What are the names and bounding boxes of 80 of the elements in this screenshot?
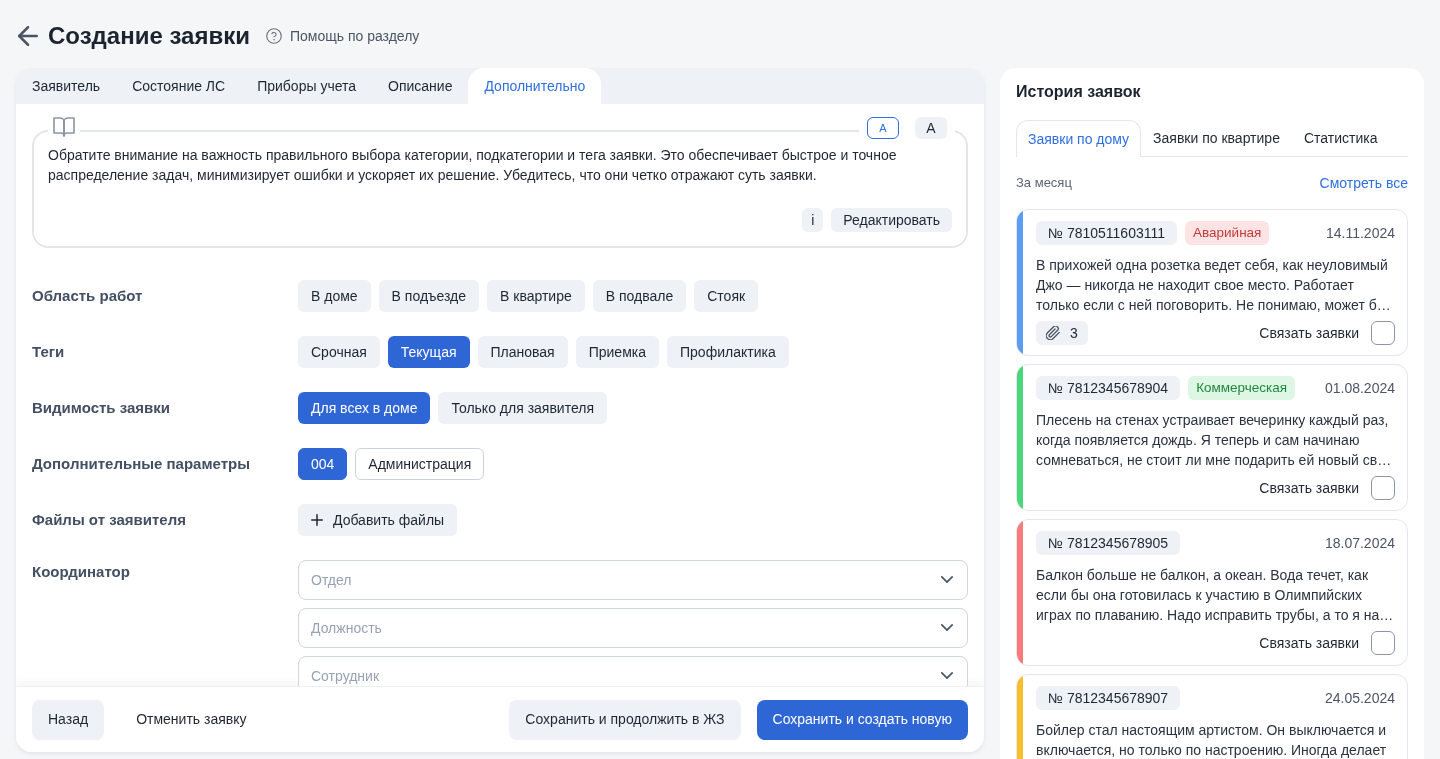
category-tag: Аварийная [1185,221,1270,245]
option-button[interactable]: Стояк [694,280,759,312]
tab[interactable]: Приборы учета [241,68,373,104]
dropdown-field[interactable]: Сотрудник [298,656,968,686]
help-link[interactable]: Помощь по разделу [265,25,420,47]
request-date: 01.08.2024 [1324,378,1395,398]
tab[interactable]: Описание [372,68,469,104]
link-label: Связать заявки [1259,478,1359,498]
help-icon [265,28,282,44]
plus-icon [311,514,323,526]
tab[interactable]: Заявитель [16,68,117,104]
dropdown-field[interactable]: Отдел [298,560,968,600]
book-icon [52,117,76,137]
panel-title: История заявок [1016,82,1142,102]
request-date: 24.05.2024 [1324,688,1395,708]
view-all-link[interactable]: Смотреть все [1319,172,1408,194]
category-tag: Коммерческая [1188,376,1296,400]
option-button[interactable]: В квартире [487,280,585,312]
dropdown-field[interactable]: Должность [298,608,968,648]
info-button[interactable]: i [802,208,824,232]
request-card[interactable]: № 7812345678907 24.05.2024 Бойлер стал настоящим артистом. Он выключается и включается, но только по настроению. Иногда делает [1016,674,1408,759]
back-button[interactable] [18,26,38,46]
page-title: Создание заявки [48,21,250,51]
request-text: Балкон больше не балкон, а океан. Вода течет, как если бы она готовилась к участию в Олимпийских играх по плаванию. Надо исправить трубы, а то я на… [1036,566,1395,625]
option-button[interactable]: Профилактика [667,336,789,368]
link-label: Связать заявки [1259,323,1359,343]
option-button[interactable]: Срочная [298,336,380,368]
field-label: Видимость заявки [32,398,172,418]
option-button[interactable]: Для всех в доме [298,392,431,424]
font-size-button[interactable]: A [915,117,947,139]
add-files-button[interactable]: Добавить файлы [298,504,458,536]
edit-button[interactable]: Редактировать [831,208,952,232]
field-label: Координатор [32,562,131,582]
link-label: Связать заявки [1259,633,1359,653]
option-button[interactable]: Приемка [575,336,659,368]
request-number: № 7810511603111 [1036,221,1177,245]
option-button[interactable]: Администрация [355,448,485,480]
attachments-chip[interactable]: 3 [1036,321,1088,345]
field-label: Теги [32,342,66,362]
link-checkbox[interactable] [1371,631,1395,655]
field-label: Дополнительные параметры [32,454,251,474]
action-button[interactable]: Назад [32,699,105,740]
action-button[interactable]: Сохранить и продолжить в ЖЗ [509,699,741,740]
field-label: Файлы от заявителя [32,510,187,530]
option-button[interactable]: 004 [298,448,348,480]
action-button[interactable]: Сохранить и создать новую [756,699,968,740]
note-text: Обратите внимание на важность правильного выбора категории, подкатегории и тега заявки. Это обеспечивает быстрое и точное распределение задач, минимизирует ошибки и ускоряет их решение. Убедитесь, что они четко отражают суть заявки. [48,146,898,185]
tab[interactable]: Заявки по дому [1016,120,1142,157]
tab[interactable]: Состояние ЛС [116,68,242,104]
tab[interactable]: Статистика [1291,120,1390,156]
option-button[interactable]: Плановая [477,336,568,368]
request-date: 14.11.2024 [1325,223,1395,243]
period-label: За месяц [1016,174,1072,193]
field-label: Область работ [32,286,144,306]
tab[interactable]: Дополнительно [468,68,602,104]
paperclip-icon [1046,326,1060,340]
request-text: Бойлер стал настоящим артистом. Он выключается и включается, но только по настроению. Иногда делает [1036,721,1388,759]
chevron-down-icon [941,576,953,583]
request-number: № 7812345678904 [1036,376,1181,400]
request-text: В прихожей одна розетка ведет себя, как неуловимый Джо — никогда не находит свое место. Работает только если с ней поговорить. Не понимаю, может б… [1036,256,1392,315]
action-button[interactable]: Отменить заявку [120,699,263,740]
request-card[interactable] [1016,209,1408,356]
request-number: № 7812345678905 [1036,531,1181,555]
request-number: № 7812345678907 [1036,686,1181,710]
option-button[interactable]: В подъезде [378,280,480,312]
request-date: 18.07.2024 [1324,533,1395,553]
chevron-down-icon [941,624,953,631]
option-button[interactable]: В подвале [592,280,687,312]
chevron-down-icon [941,672,953,679]
font-size-button[interactable]: A [867,117,899,139]
request-card[interactable]: № 7812345678905 18.07.2024 Балкон больше не балкон, а океан. Вода течет, как если бы она готовилась к участию в Олимпийских играх по плаванию. Надо исправить трубы, а то я на… Связать заявки [1016,519,1408,666]
option-button[interactable]: Текущая [387,336,470,368]
link-checkbox[interactable] [1371,321,1395,345]
back-arrow-icon [18,26,38,46]
tab[interactable]: Заявки по квартире [1141,120,1292,156]
option-button[interactable]: В доме [298,280,371,312]
request-text: Плесень на стенах устраивает вечеринку каждый раз, когда появляется дождь. Я теперь и сам начинаю сомневаться, не стоит ли мне подарить ей новый св… [1036,411,1393,470]
option-button[interactable]: Только для заявителя [438,392,607,424]
link-checkbox[interactable] [1371,476,1395,500]
request-card[interactable] [1016,364,1408,511]
